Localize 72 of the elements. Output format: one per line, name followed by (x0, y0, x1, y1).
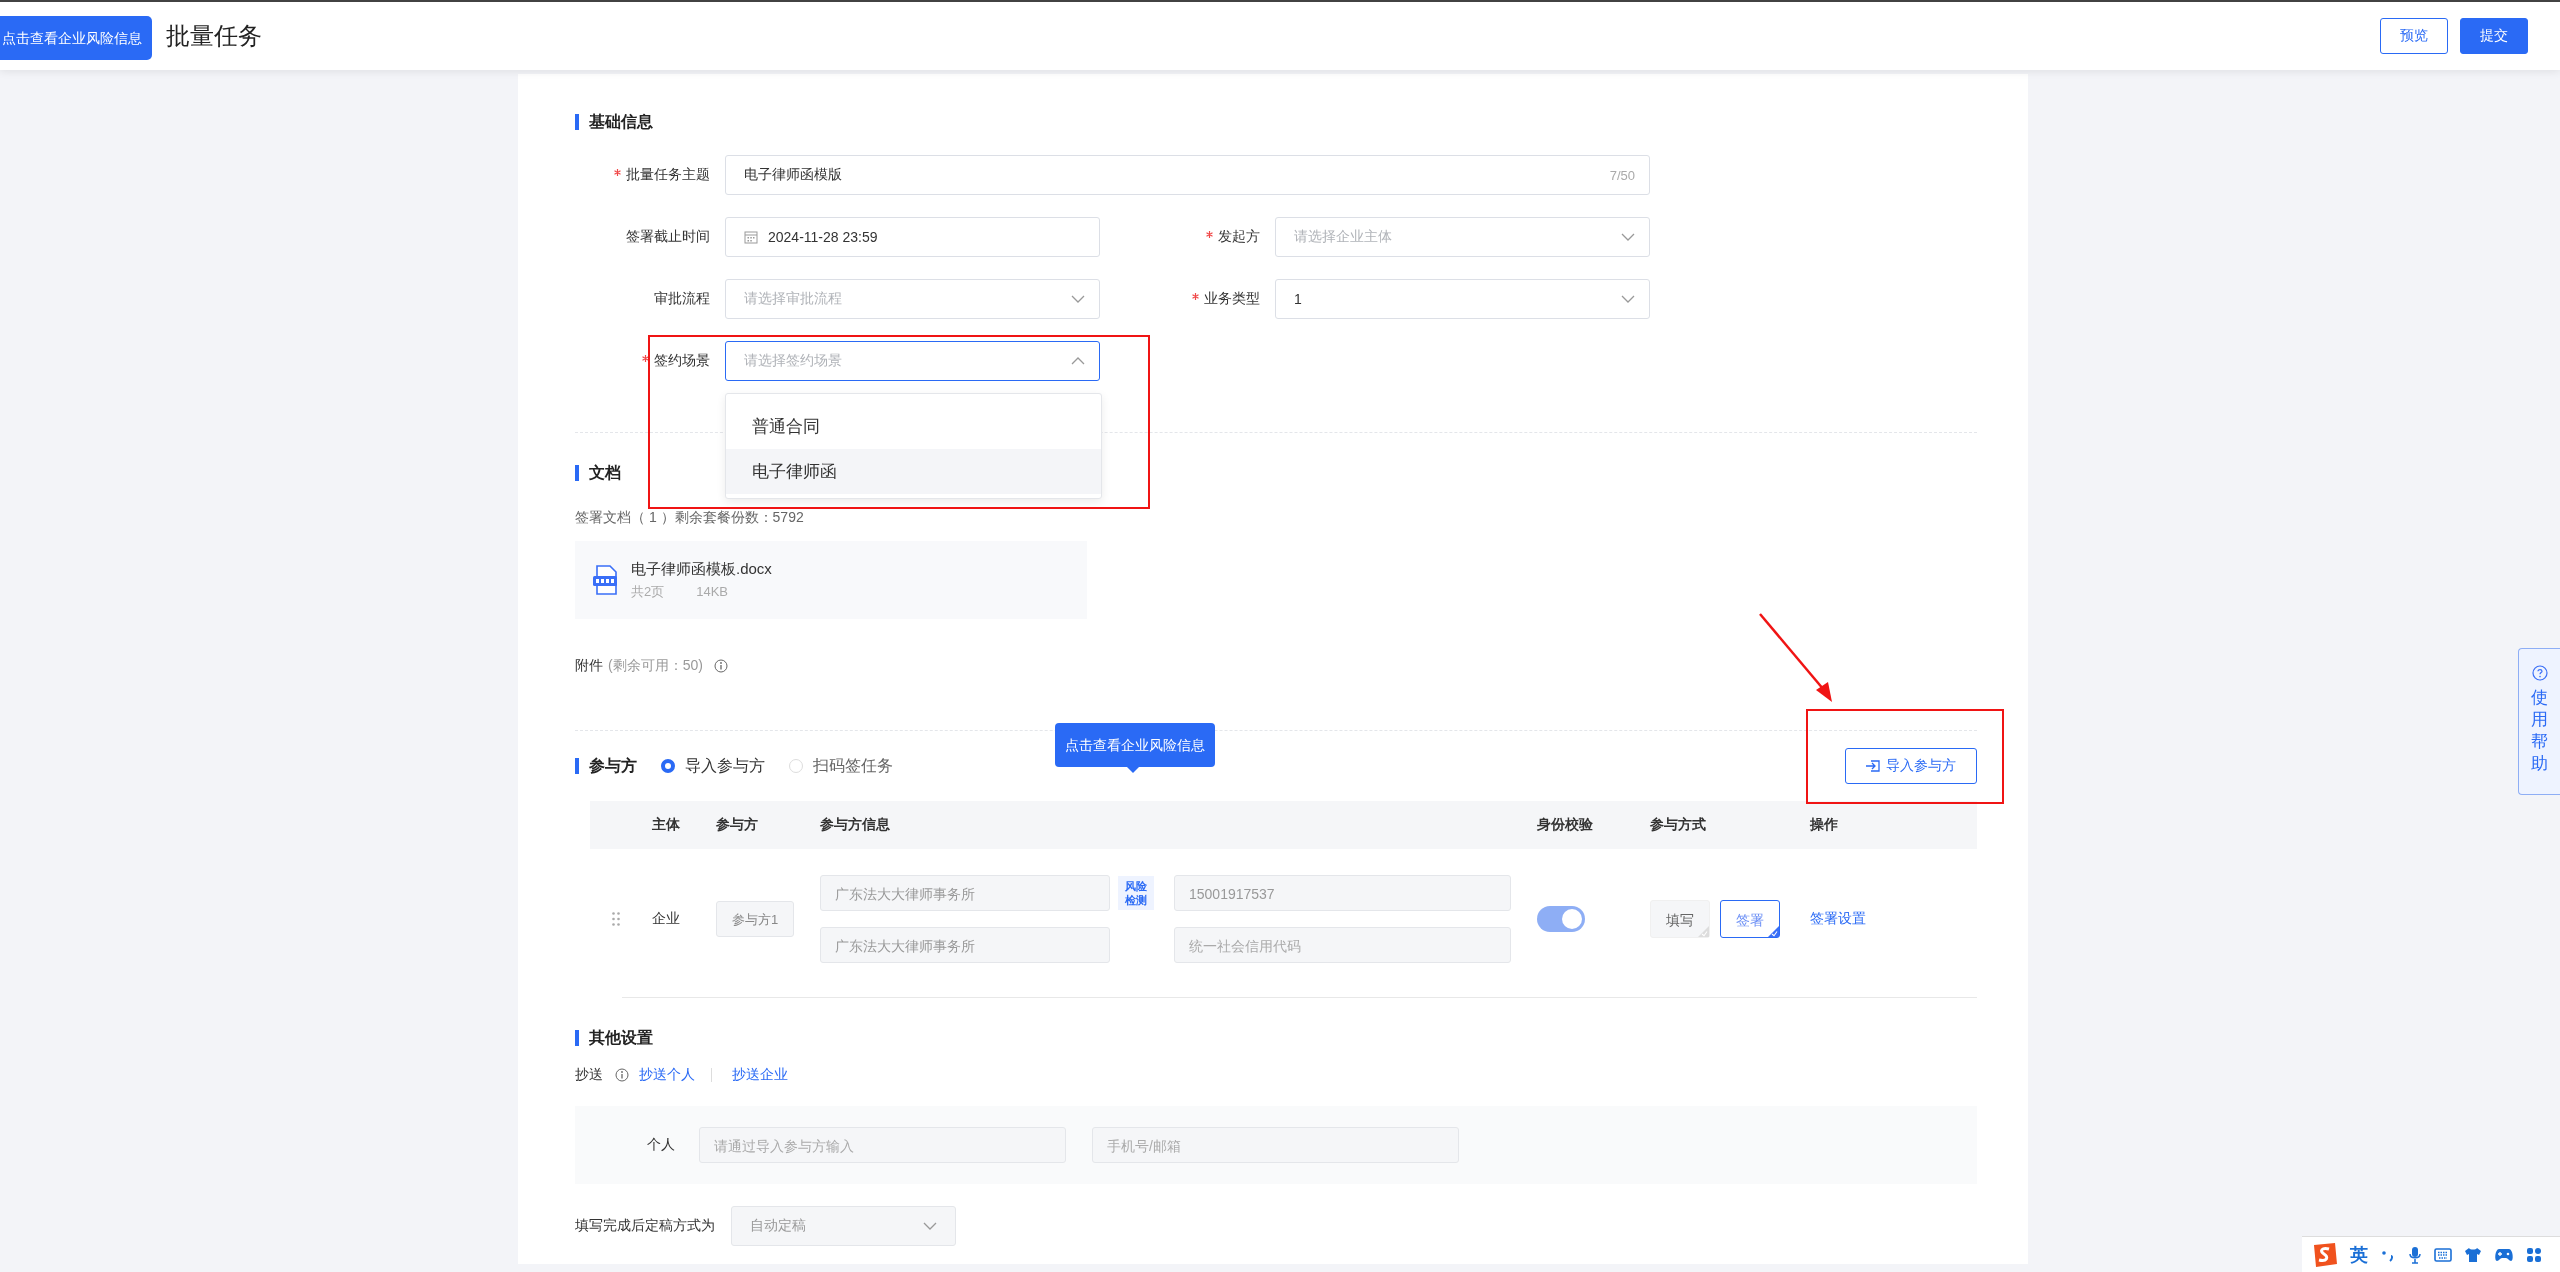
table-cell-text: 企业 (652, 910, 681, 928)
company-field[interactable]: 广东法大大律师事务所 (820, 875, 1110, 911)
text-field[interactable]: 电子律师函模版 7/50 (725, 155, 1650, 195)
column-header: 参与方 (716, 816, 759, 834)
phone-field[interactable]: 15001917537 (1174, 875, 1511, 911)
column-header: 身份校验 (1537, 816, 1594, 834)
calendar-icon (744, 230, 758, 244)
chevron-down-icon (1621, 295, 1635, 303)
info-icon (615, 1068, 629, 1082)
docx-file-icon (593, 565, 619, 595)
tooltip: 点击查看企业风险信息 (1055, 723, 1215, 767)
microphone-icon (2408, 1245, 2422, 1264)
section-title: 其他设置 (575, 1030, 1977, 1046)
field-label: 发起方 (1218, 228, 1260, 244)
chevron-down-icon (923, 1222, 937, 1230)
field-label: 个人 (646, 1136, 676, 1154)
attachment-label: 附件 (575, 657, 603, 675)
ime-language[interactable]: 英 (2350, 1242, 2368, 1267)
chevron-down-icon (1071, 295, 1085, 303)
field-label: 填写完成后定稿方式为 (575, 1217, 715, 1235)
risk-check-tag[interactable]: 风险检测 (1118, 876, 1154, 910)
shirt-icon (2464, 1246, 2482, 1263)
method-option[interactable]: 签署 (1720, 900, 1780, 938)
radio-option[interactable]: 扫码签任务 (789, 755, 893, 777)
sign-settings-link[interactable]: 签署设置 (1810, 910, 1866, 926)
cc-label: 抄送 (575, 1066, 603, 1084)
field-label: 批量任务主题 (626, 166, 710, 182)
file-size: 14KB (696, 583, 729, 599)
import-icon (1866, 760, 1880, 772)
preview-button[interactable]: 预览 (2380, 18, 2448, 54)
tooltip-pointer-icon (1127, 767, 1139, 773)
chevron-down-icon (1621, 233, 1635, 241)
method-option[interactable]: 填写 (1650, 900, 1710, 938)
grid-icon (2526, 1246, 2542, 1263)
participant-field: 参与方1 (716, 901, 794, 937)
submit-button[interactable]: 提交 (2460, 18, 2528, 54)
field-label: 审批流程 (654, 290, 710, 306)
document-summary: 签署文档（ 1 ）剩余套餐份数：5792 (575, 509, 805, 527)
select-field[interactable]: 1 (1275, 279, 1650, 319)
column-header: 主体 (652, 816, 681, 834)
page-count: 共2页 (631, 583, 665, 599)
radio-option[interactable]: 导入参与方 (661, 755, 765, 777)
dropdown-option[interactable]: 普通合同 (726, 404, 1101, 449)
date-field[interactable]: 2024-11-28 23:59 (725, 217, 1100, 257)
import-button[interactable]: 导入参与方 (1845, 748, 1977, 784)
cc-link[interactable]: 抄送个人 (639, 1066, 695, 1084)
section-title: 参与方 (575, 758, 637, 774)
toggle-switch[interactable] (1537, 906, 1585, 932)
column-header: 参与方式 (1650, 816, 1707, 834)
column-header: 参与方信息 (820, 816, 891, 834)
page-title: 批量任务 (166, 21, 263, 51)
file-name: 电子律师函模板.docx (631, 559, 772, 579)
gamepad-icon (2494, 1247, 2514, 1262)
corner-check-icon (1768, 926, 1779, 937)
cc-link[interactable]: 抄送企业 (732, 1066, 788, 1084)
corner-check-icon (1698, 926, 1709, 937)
chevron-up-icon (1071, 357, 1085, 365)
field-label: 业务类型 (1204, 290, 1260, 306)
dropdown-option[interactable]: 电子律师函 (726, 449, 1101, 494)
column-header: 操作 (1810, 816, 1839, 834)
field-label: 签约场景 (654, 352, 710, 368)
drag-handle-icon (612, 912, 620, 926)
tooltip: 点击查看企业风险信息 (0, 16, 152, 60)
info-icon (713, 659, 728, 673)
keyboard-icon (2434, 1247, 2452, 1262)
help-icon (2531, 665, 2548, 681)
company-name-field[interactable]: 广东法大大律师事务所 (820, 927, 1110, 963)
section-title: 基础信息 (575, 114, 1977, 130)
file-card[interactable]: 电子律师函模板.docx 共2页 14KB (575, 541, 1087, 619)
help-tab[interactable]: 使用帮助 (2518, 648, 2560, 795)
field-label: 签署截止时间 (626, 228, 710, 244)
attachment-quota: (剩余可用：50) (608, 657, 703, 675)
